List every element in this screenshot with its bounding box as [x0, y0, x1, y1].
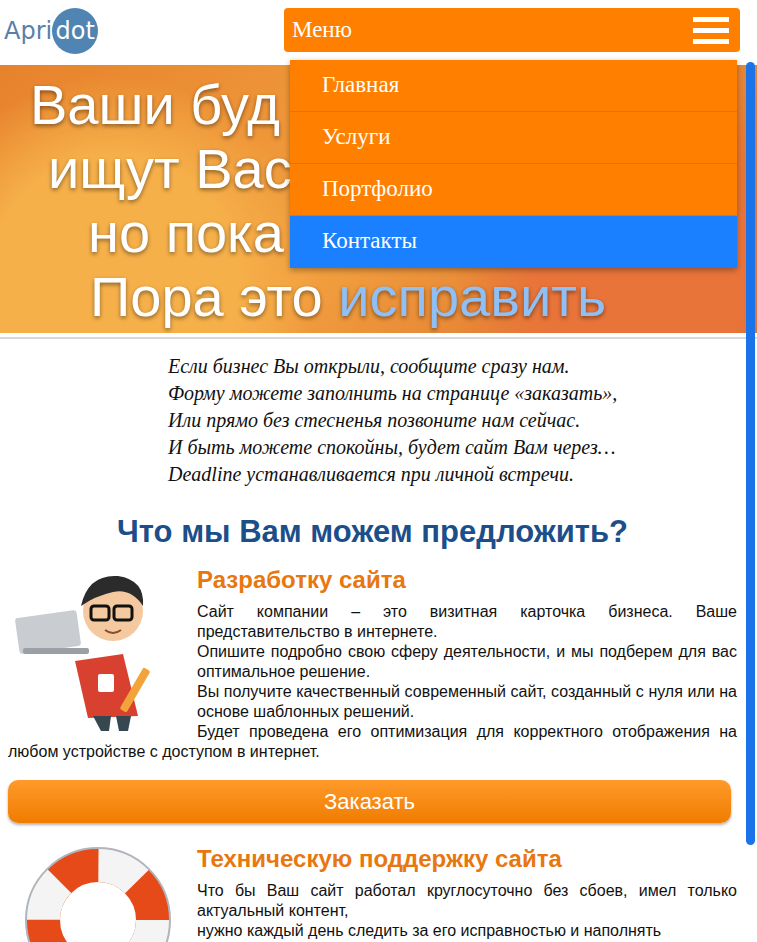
divider	[0, 337, 757, 339]
hero-text: но пока	[88, 201, 284, 264]
service-card: Разработку сайтаСайт компании – это визи…	[8, 566, 737, 823]
poem-line: Или прямо без стесненья позвоните нам се…	[168, 407, 737, 434]
poem: Если бизнес Вы открыли, сообщите сразу н…	[8, 353, 737, 488]
service-picture	[8, 845, 188, 942]
developer-icon	[13, 566, 183, 731]
service-text: Будет проведена его оптимизация для корр…	[8, 722, 737, 762]
menu-button[interactable]: Меню	[284, 8, 740, 52]
hero-text: исправить	[338, 265, 606, 328]
menu-item[interactable]: Контакты	[290, 216, 737, 268]
lifebuoy-icon	[23, 845, 173, 942]
service-picture	[8, 566, 188, 742]
dropdown-menu: ГлавнаяУслугиПортфолиоКонтакты	[290, 60, 737, 268]
hero-text: Пора это	[90, 265, 338, 328]
section-heading: Что мы Вам можем предложить?	[8, 514, 737, 550]
logo-text: Apri	[4, 17, 52, 45]
menu-item[interactable]: Главная	[290, 60, 737, 112]
service-text: нужно каждый день следить за его исправн…	[8, 921, 737, 941]
poem-line: И быть можете спокойны, будет сайт Вам ч…	[168, 434, 737, 461]
poem-line: Форму можете заполнить на странице «зака…	[168, 380, 737, 407]
service-card: Техническую поддержку сайтаЧто бы Ваш са…	[8, 845, 737, 942]
hero-text: Ваши буд	[30, 73, 280, 136]
hero-text: ищут Вас	[48, 137, 292, 200]
poem-line: Deadline устанавливается при личной встр…	[168, 461, 737, 488]
menu-item[interactable]: Портфолио	[290, 164, 737, 216]
scrollbar-thumb[interactable]	[746, 62, 755, 845]
logo-badge: dot	[52, 8, 98, 54]
logo[interactable]: Apridot	[4, 8, 98, 54]
poem-line: Если бизнес Вы открыли, сообщите сразу н…	[168, 353, 737, 380]
header: Apridot Меню	[0, 0, 757, 65]
order-button[interactable]: Заказать	[8, 780, 731, 823]
page: Apridot Меню Ваши будищут Васно покаПора э…	[0, 0, 757, 942]
hero-line: Пора это исправить	[0, 265, 757, 329]
hamburger-icon	[693, 17, 729, 44]
menu-item[interactable]: Услуги	[290, 112, 737, 164]
menu-label: Меню	[292, 17, 352, 43]
content: Если бизнес Вы открыли, сообщите сразу н…	[0, 339, 757, 942]
